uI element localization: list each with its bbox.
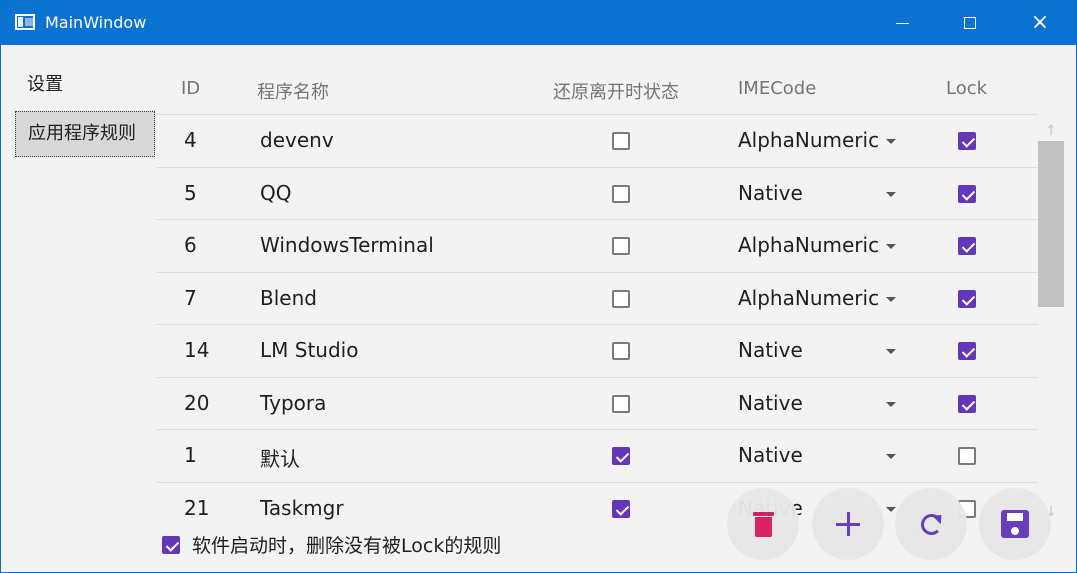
application-icon (15, 14, 35, 30)
row-id: 21 (184, 495, 210, 520)
program-name: QQ (260, 180, 292, 205)
delete-unlocked-rules-option[interactable]: 软件启动时，删除没有被Lock的规则 (162, 531, 501, 558)
table-row[interactable]: 7 Blend AlphaNumeric (156, 271, 1038, 324)
trash-icon (752, 511, 774, 537)
program-name: Blend (260, 285, 317, 310)
restore-state-checkbox[interactable] (612, 342, 630, 360)
lock-checkbox[interactable] (958, 237, 976, 255)
chevron-down-icon[interactable] (886, 506, 896, 512)
close-icon: × (1030, 10, 1050, 35)
lock-checkbox[interactable] (958, 447, 976, 465)
column-header-id[interactable]: ID (181, 78, 200, 99)
main-window: MainWindow × 设置 应用程序规则 ID 程序名称 还原离开时状态 I… (0, 0, 1077, 573)
maximize-icon (964, 17, 976, 29)
ime-code-select[interactable]: Native (738, 338, 803, 362)
scrollbar-thumb[interactable] (1038, 141, 1064, 307)
scroll-up-icon[interactable]: ↑ (1038, 119, 1064, 143)
title-bar[interactable]: MainWindow × (1, 1, 1076, 45)
row-id: 6 (184, 233, 197, 257)
ime-code-select[interactable]: AlphaNumeric (738, 128, 879, 152)
ime-code-select[interactable]: AlphaNumeric (738, 233, 879, 257)
program-name: Taskmgr (260, 495, 344, 520)
column-header-ime-code[interactable]: IMECode (738, 78, 816, 99)
restore-state-checkbox[interactable] (612, 394, 630, 413)
ime-code-select[interactable]: Native (738, 391, 803, 415)
lock-checkbox[interactable] (958, 394, 976, 413)
chevron-down-icon[interactable] (886, 191, 896, 197)
save-icon (1001, 510, 1029, 538)
chevron-down-icon[interactable] (886, 244, 896, 249)
chevron-down-icon[interactable] (886, 296, 896, 302)
table-row[interactable]: 4 devenv AlphaNumeric (156, 114, 1038, 166)
chevron-down-icon[interactable] (886, 401, 896, 407)
refresh-icon (920, 513, 942, 535)
restore-state-checkbox[interactable] (612, 132, 630, 150)
delete-unlocked-rules-checkbox[interactable] (162, 535, 180, 554)
save-button[interactable] (979, 488, 1051, 560)
vertical-scrollbar[interactable]: ↑ ↓ (1038, 119, 1064, 526)
maximize-button[interactable] (935, 1, 1005, 45)
chevron-down-icon[interactable] (886, 349, 896, 354)
minimize-button[interactable] (867, 1, 937, 45)
row-id: 14 (184, 338, 210, 362)
program-name: devenv (260, 128, 334, 152)
plus-icon (836, 512, 860, 536)
delete-unlocked-rules-label: 软件启动时，删除没有被Lock的规则 (192, 535, 502, 557)
column-header-program-name[interactable]: 程序名称 (257, 78, 329, 104)
ime-code-select[interactable]: Native (738, 443, 803, 467)
row-id: 1 (184, 443, 197, 467)
add-rule-button[interactable] (812, 488, 884, 560)
restore-state-checkbox[interactable] (612, 237, 630, 255)
program-name: WindowsTerminal (260, 233, 434, 257)
rules-table: 4 devenv AlphaNumeric 5 QQ Native 6 WindowsTerm… (156, 114, 1038, 526)
sidebar-navigation: 设置 应用程序规则 (15, 67, 155, 157)
chevron-down-icon[interactable] (886, 139, 896, 144)
close-button[interactable]: × (1005, 1, 1075, 45)
chevron-down-icon[interactable] (886, 454, 896, 459)
table-row[interactable]: 1 默认 Native (156, 429, 1038, 481)
restore-state-checkbox[interactable] (612, 184, 630, 203)
table-header: ID 程序名称 还原离开时状态 IMECode Lock (156, 70, 1038, 114)
window-title: MainWindow (45, 13, 147, 32)
row-id: 7 (184, 285, 197, 310)
row-id: 20 (184, 390, 210, 415)
sidebar-item-settings[interactable]: 设置 (15, 67, 155, 107)
program-name: LM Studio (260, 338, 359, 362)
minimize-icon (895, 22, 909, 24)
restore-state-checkbox[interactable] (612, 289, 630, 308)
restore-state-checkbox[interactable] (612, 499, 630, 518)
column-header-restore-state[interactable]: 还原离开时状态 (553, 78, 679, 104)
table-row[interactable]: 6 WindowsTerminal AlphaNumeric (156, 219, 1038, 271)
table-row[interactable]: 20 Typora Native (156, 376, 1038, 429)
program-name: Typora (260, 390, 327, 415)
delete-button[interactable] (727, 488, 799, 560)
row-id: 4 (184, 128, 197, 152)
restore-state-checkbox[interactable] (612, 447, 630, 465)
table-row[interactable]: 14 LM Studio Native (156, 324, 1038, 376)
refresh-button[interactable] (895, 488, 967, 560)
lock-checkbox[interactable] (958, 132, 976, 150)
ime-code-select[interactable]: Native (738, 181, 803, 205)
lock-checkbox[interactable] (958, 289, 976, 308)
ime-code-select[interactable]: AlphaNumeric (738, 286, 879, 310)
sidebar-item-application-rules[interactable]: 应用程序规则 (15, 111, 155, 157)
row-id: 5 (184, 180, 197, 205)
lock-checkbox[interactable] (958, 184, 976, 203)
lock-checkbox[interactable] (958, 342, 976, 360)
column-header-lock[interactable]: Lock (946, 78, 987, 99)
table-row[interactable]: 5 QQ Native (156, 166, 1038, 219)
program-name: 默认 (260, 447, 300, 471)
